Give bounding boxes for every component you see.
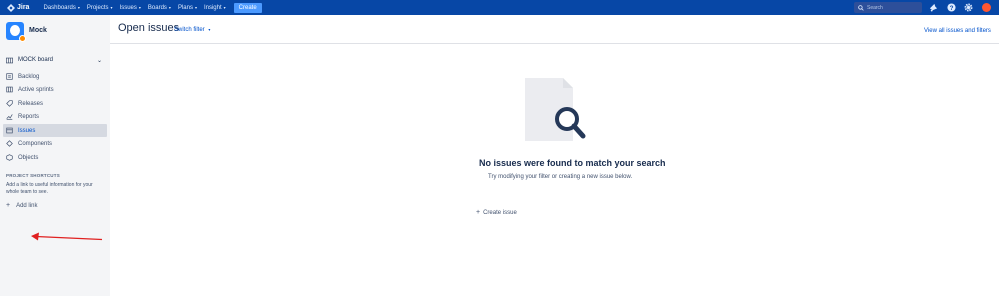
chevron-down-icon: ▾ — [110, 5, 113, 10]
user-avatar[interactable] — [982, 3, 991, 12]
create-button[interactable]: Create — [233, 2, 262, 13]
plus-icon: + — [476, 209, 481, 216]
nav-insight[interactable]: Insight ▾ — [204, 5, 226, 11]
search-input[interactable] — [867, 4, 922, 11]
nav-projects[interactable]: Projects ▾ — [87, 5, 113, 11]
chevron-down-icon: ▾ — [208, 27, 211, 32]
chevron-down-icon: ▾ — [223, 5, 226, 10]
switch-filter-label: Switch filter — [174, 27, 205, 33]
sidebar-item-label: Releases — [18, 100, 44, 107]
chevron-down-icon: ▾ — [168, 5, 171, 10]
project-shortcuts-description: Add a link to useful information for you… — [6, 182, 93, 195]
sidebar-item-reports[interactable]: Reports — [3, 110, 107, 123]
backlog-icon — [6, 73, 13, 80]
notifications-icon[interactable] — [929, 3, 938, 12]
project-shortcuts-heading: PROJECT SHORTCUTS — [6, 173, 60, 178]
top-navigation-bar: Jira Dashboards ▾ Projects ▾ Issues ▾ Bo… — [0, 0, 999, 15]
help-icon[interactable]: ? — [947, 3, 956, 12]
chevron-down-icon: ⌄ — [96, 57, 102, 64]
active-sprints-icon — [6, 86, 13, 93]
nav-insight-label: Insight — [203, 4, 222, 11]
gear-icon[interactable] — [964, 3, 973, 12]
view-all-issues-link[interactable]: View all issues and filters — [924, 28, 991, 34]
logo-text: Jira — [17, 4, 30, 11]
reports-icon — [6, 114, 13, 120]
nav-dashboards[interactable]: Dashboards ▾ — [43, 5, 79, 11]
search-box[interactable] — [854, 2, 922, 13]
jira-logo-icon — [7, 3, 15, 12]
empty-search-illustration-icon — [525, 78, 586, 141]
nav-projects-label: Projects — [86, 4, 109, 11]
main-nav: Dashboards ▾ Projects ▾ Issues ▾ Boards … — [43, 2, 262, 13]
sidebar-item-label: Components — [18, 140, 53, 147]
objects-icon — [6, 154, 13, 161]
empty-state-subtitle: Try modifying your filter or creating a … — [488, 174, 633, 180]
nav-boards-label: Boards — [147, 4, 167, 11]
page-title: Open issues — [118, 22, 180, 34]
components-icon — [6, 140, 13, 147]
nav-issues-label: Issues — [119, 4, 137, 11]
annotation-arrow-icon — [31, 232, 103, 241]
nav-plans[interactable]: Plans ▾ — [178, 5, 197, 11]
svg-text:?: ? — [950, 5, 954, 12]
sidebar-item-issues[interactable]: Issues — [3, 124, 107, 137]
project-avatar-shape — [10, 25, 20, 36]
sidebar-item-label: Objects — [18, 154, 39, 161]
issues-icon — [6, 127, 13, 134]
jira-logo[interactable]: Jira — [7, 3, 30, 12]
add-link-button[interactable]: + Add link — [6, 202, 37, 209]
nav-boards[interactable]: Boards ▾ — [148, 5, 171, 11]
chevron-down-icon: ▾ — [138, 5, 141, 10]
project-name[interactable]: Mock — [29, 27, 47, 34]
create-issue-label: Create issue — [483, 209, 517, 216]
chevron-down-icon: ▾ — [77, 5, 80, 10]
sidebar-item-label: Reports — [18, 113, 40, 120]
sidebar-item-releases[interactable]: Releases — [3, 97, 107, 110]
sidebar-item-label: Issues — [18, 127, 36, 134]
board-selector[interactable]: MOCK board ⌄ — [6, 55, 104, 65]
sidebar-item-label: Active sprints — [18, 86, 54, 93]
sidebar-item-objects[interactable]: Objects — [3, 151, 107, 164]
add-link-label: Add link — [16, 202, 38, 209]
releases-icon — [6, 100, 13, 107]
project-avatar[interactable] — [6, 22, 26, 42]
sidebar-item-label: Backlog — [18, 73, 40, 80]
nav-issues[interactable]: Issues ▾ — [120, 5, 141, 11]
plus-icon: + — [6, 202, 11, 209]
board-selector-label: MOCK board — [18, 57, 54, 63]
switch-filter-dropdown[interactable]: Switch filter ▾ — [174, 27, 210, 33]
sidebar-item-backlog[interactable]: Backlog — [3, 70, 107, 83]
project-sidebar: Mock MOCK board ⌄ Backlog Active sprints… — [0, 15, 110, 296]
nav-plans-label: Plans — [177, 4, 193, 11]
sidebar-item-components[interactable]: Components — [3, 137, 107, 150]
chevron-down-icon: ▾ — [194, 5, 197, 10]
sidebar-item-active-sprints[interactable]: Active sprints — [3, 83, 107, 96]
create-issue-button[interactable]: + Create issue — [476, 209, 517, 216]
board-icon — [6, 57, 13, 63]
nav-dashboards-label: Dashboards — [43, 4, 76, 11]
search-icon — [858, 4, 864, 11]
header-divider — [110, 43, 999, 44]
empty-state-title: No issues were found to match your searc… — [479, 158, 666, 168]
project-avatar-badge — [19, 35, 26, 42]
